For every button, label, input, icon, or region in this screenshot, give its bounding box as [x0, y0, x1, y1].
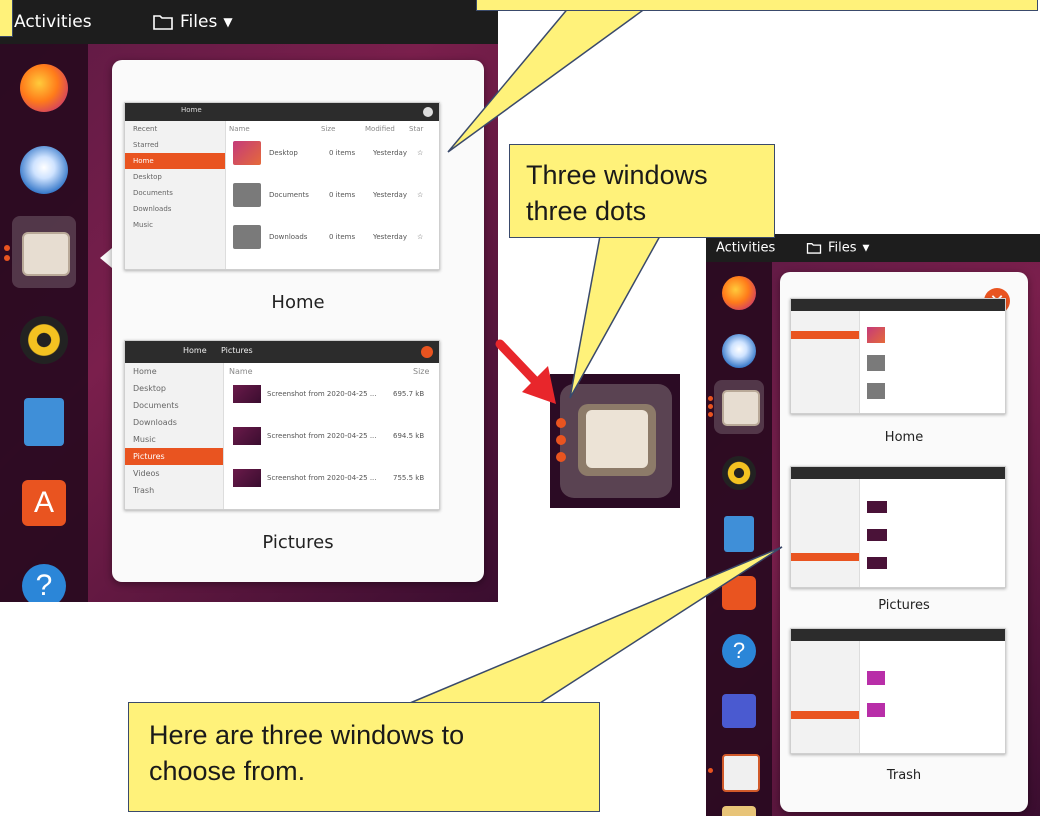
callout-tail-top: [447, 0, 659, 153]
callout-tail-dots: [569, 235, 662, 399]
callout-tail-choose: [409, 546, 783, 704]
red-arrow-shaft: [495, 339, 545, 391]
callout-left-edge: [0, 0, 13, 37]
callout-top-partial: [476, 0, 1038, 11]
callout-three-dots-text: Three windows three dots: [526, 160, 708, 226]
callout-choose-text: Here are three windows to choose from.: [149, 720, 465, 786]
callout-choose: Here are three windows to choose from.: [128, 702, 600, 812]
annotation-overlay: [409, 0, 783, 704]
callout-three-dots: Three windows three dots: [509, 144, 775, 238]
